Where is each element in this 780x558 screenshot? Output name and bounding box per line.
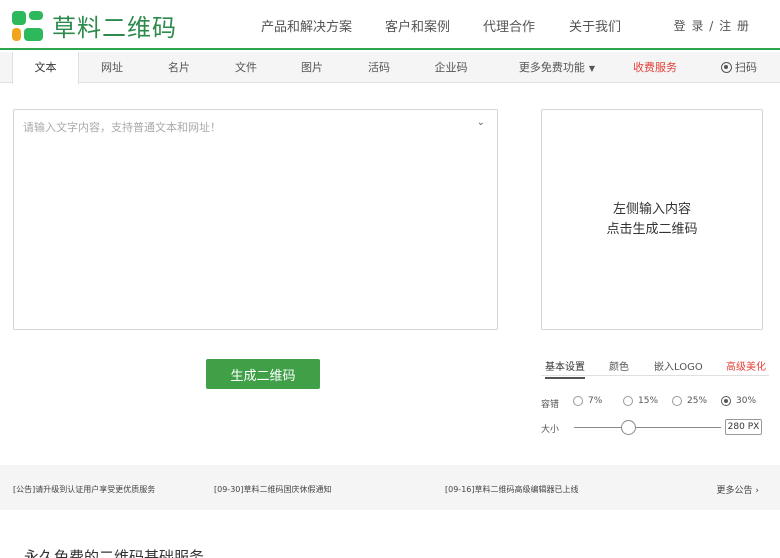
settings-tab-color[interactable]: 颜色 [609, 358, 629, 373]
tab-enterprise[interactable]: 企业码 [425, 52, 477, 83]
chevron-down-icon[interactable]: ⌄ [477, 117, 485, 128]
login-link[interactable]: 登 录 [674, 19, 705, 33]
settings-tab-logo[interactable]: 嵌入LOGO [654, 358, 703, 373]
ec-option-label: 7% [588, 396, 603, 406]
tab-image[interactable]: 图片 [292, 52, 332, 83]
notice-item[interactable]: [09-30]草料二维码国庆休假通知 [214, 484, 332, 495]
caret-down-icon: ▼ [588, 64, 596, 73]
size-value[interactable]: 280 PX [725, 419, 762, 435]
tab-more-free[interactable]: 更多免费功能 ▼ [512, 52, 602, 83]
content-input-box: ⌄ [13, 109, 498, 330]
logo-icon [12, 10, 44, 41]
qr-preview: 左侧输入内容 点击生成二维码 [541, 109, 763, 330]
nav-cases[interactable]: 客户和案例 [385, 16, 450, 35]
settings-tab-advanced[interactable]: 高级美化 [726, 358, 766, 373]
size-slider-thumb[interactable] [620, 420, 636, 435]
settings-tabs: 基本设置 颜色 嵌入LOGO 高级美化 [541, 356, 769, 379]
preview-hint-line1: 左侧输入内容 [612, 201, 691, 217]
tab-card[interactable]: 名片 [159, 52, 199, 83]
notice-bar: [公告]请升级到认证用户享受更优质服务 [09-30]草料二维码国庆休假通知 [… [0, 465, 780, 510]
ec-option-label: 25% [687, 396, 708, 406]
radio-icon [623, 396, 633, 406]
tab-paid-service[interactable]: 收费服务 [625, 52, 685, 83]
notice-item[interactable]: [09-16]草料二维码高级编辑器已上线 [445, 484, 579, 495]
section-title: 永久免费的二维码基础服务 [24, 548, 205, 558]
nav-about[interactable]: 关于我们 [569, 16, 621, 35]
type-tabbar: 文本 网址 名片 文件 图片 活码 企业码 更多免费功能 ▼ 收费服务 扫码 [0, 52, 780, 84]
nav-products[interactable]: 产品和解决方案 [261, 16, 352, 35]
more-notices-link[interactable]: 更多公告 › [717, 483, 760, 496]
nav-agency[interactable]: 代理合作 [483, 16, 535, 35]
settings-tab-basic[interactable]: 基本设置 [545, 358, 585, 379]
brand-name: 草料二维码 [52, 14, 177, 42]
tab-scan-label: 扫码 [735, 61, 757, 74]
ec-option-15[interactable]: 15% [623, 396, 658, 406]
radio-icon [672, 396, 682, 406]
content-input[interactable] [14, 110, 497, 329]
tab-text[interactable]: 文本 [12, 52, 79, 84]
radio-selected-icon [721, 396, 731, 406]
auth-separator: / [709, 19, 715, 33]
brand-logo[interactable]: 草料二维码 [12, 8, 177, 43]
error-correction-label: 容错 [541, 400, 560, 410]
tab-scan[interactable]: 扫码 [717, 52, 761, 83]
auth-links: 登 录 / 注 册 [674, 17, 750, 34]
ec-option-25[interactable]: 25% [672, 396, 707, 406]
tab-file[interactable]: 文件 [226, 52, 266, 83]
size-slider-track[interactable] [574, 427, 721, 428]
chevron-right-icon: › [755, 486, 759, 496]
more-notices-label: 更多公告 [716, 486, 753, 496]
header: 草料二维码 产品和解决方案 客户和案例 代理合作 关于我们 登 录 / 注 册 [0, 0, 780, 50]
notice-item[interactable]: [公告]请升级到认证用户享受更优质服务 [13, 484, 155, 495]
tab-url[interactable]: 网址 [92, 52, 132, 83]
ec-option-30[interactable]: 30% [721, 396, 756, 406]
tab-more-free-label: 更多免费功能 [518, 61, 585, 74]
generate-qr-button[interactable]: 生成二维码 [206, 359, 320, 389]
ec-option-label: 30% [736, 396, 757, 406]
scan-icon [721, 62, 732, 73]
ec-option-7[interactable]: 7% [573, 396, 602, 406]
ec-option-label: 15% [638, 396, 659, 406]
radio-icon [573, 396, 583, 406]
preview-hint-line2: 点击生成二维码 [606, 221, 698, 237]
tab-live-code[interactable]: 活码 [359, 52, 399, 83]
size-label: 大小 [541, 425, 560, 435]
register-link[interactable]: 注 册 [719, 19, 750, 33]
